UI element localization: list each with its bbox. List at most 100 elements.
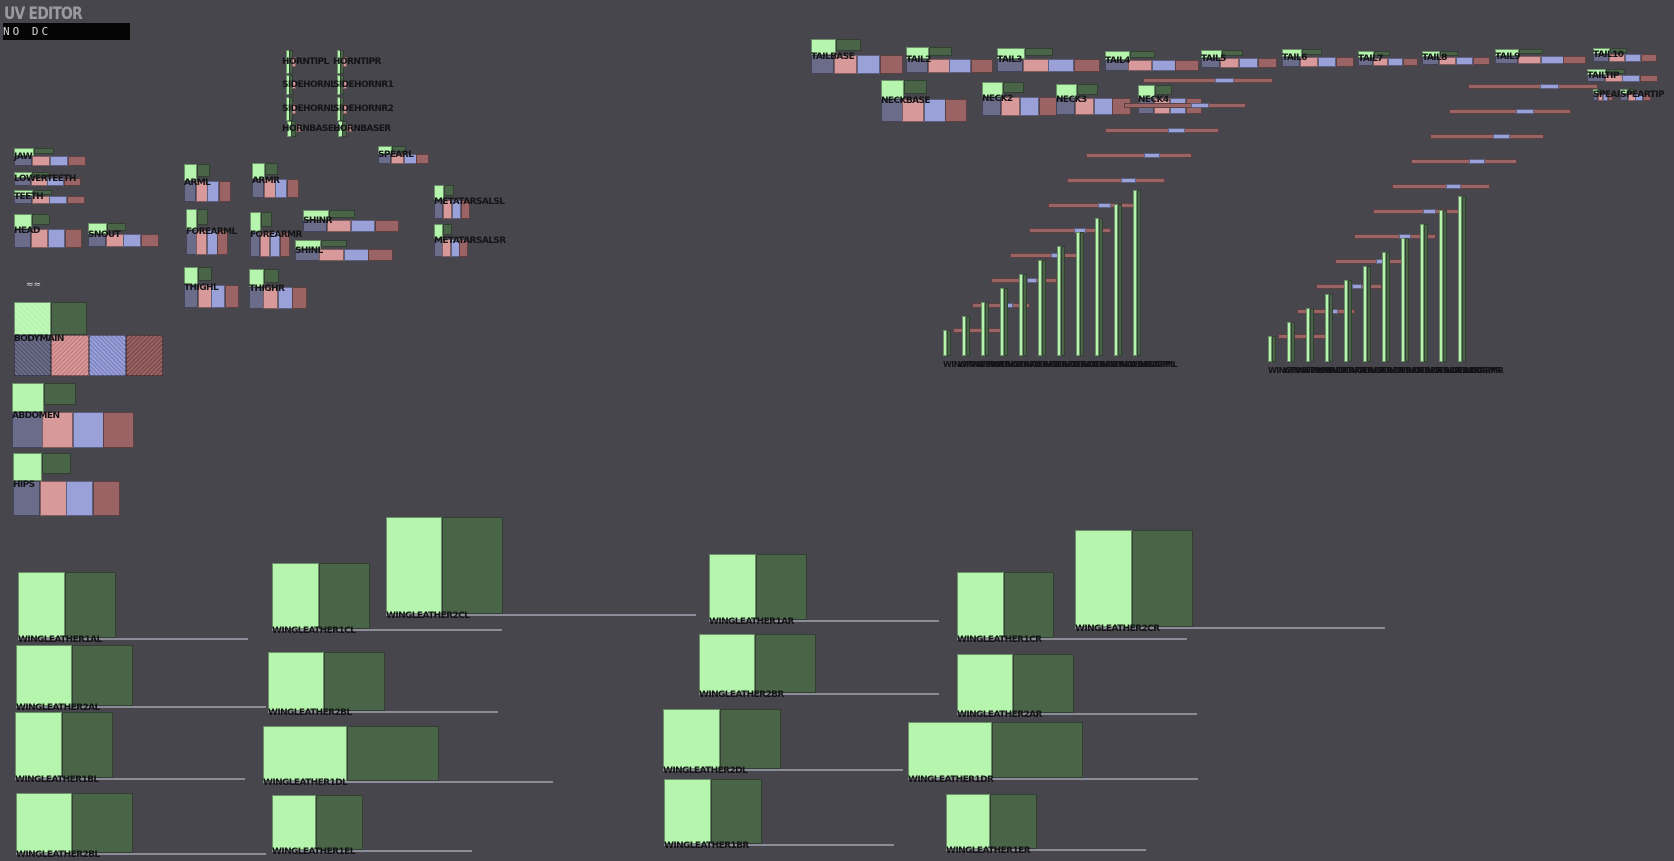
wing-bone-label: WINGFINGER4R — [1359, 366, 1423, 375]
uv-island-hornbase_r[interactable]: HORNBASER — [333, 121, 391, 137]
uv-island-abdomen[interactable]: ABDOMEN — [12, 383, 134, 448]
uv-island-forearm_l[interactable]: FOREARML — [186, 209, 237, 255]
wing-left-fan[interactable]: WINGFINGER9L WINGFINGER8L WINGFINGER7L WING… — [943, 78, 1273, 369]
wing-bone-label: WINGFINGER3R — [1378, 366, 1442, 375]
wing-leather-island[interactable]: WINGLEATHER2BR — [699, 634, 939, 700]
wing-leather-island[interactable]: WINGLEATHER1DR — [908, 722, 1198, 785]
leather-edge-strip — [664, 844, 894, 846]
leather-edge-strip — [268, 711, 498, 713]
uv-island-teeth[interactable]: TEETH — [14, 190, 85, 204]
wing-bone-label: WINGFINGER1L — [1091, 360, 1153, 369]
wing-bone-label: WINGARMR — [1454, 366, 1501, 375]
uv-island-speartip[interactable]: SPEARTIP — [1620, 89, 1665, 101]
uv-island-sidehorn_l2[interactable]: SIDEHORNL2 — [282, 97, 342, 121]
uv-island-metatarsal_r[interactable]: METATARSALSR — [434, 224, 506, 257]
wing-bone-label: WINGFINGER2L — [1072, 360, 1134, 369]
uv-island-tail5[interactable]: TAIL5 — [1201, 50, 1277, 68]
leather-edge-strip — [709, 620, 939, 622]
wing-bone-label: WINGFINGER4L — [1034, 360, 1096, 369]
uv-island-arm_l[interactable]: ARML — [184, 164, 231, 202]
wing-bone-label: WINGFOREARML — [1110, 360, 1178, 369]
leather-edge-strip — [957, 638, 1187, 640]
uv-island-shin_l[interactable]: SHINL — [295, 240, 393, 261]
uv-island-tail7[interactable]: TAIL7 — [1358, 51, 1418, 66]
uv-island-tail10[interactable]: TAIL10 — [1593, 48, 1657, 62]
leather-edge-strip — [272, 629, 502, 631]
uv-island-tail6[interactable]: TAIL6 — [1282, 49, 1354, 67]
wing-bone-label: WINGFINGER7R — [1302, 366, 1366, 375]
wing-leather-island[interactable]: WINGLEATHER1BL — [15, 712, 245, 785]
uv-island-forearm_r[interactable]: FOREARMR — [250, 212, 302, 257]
wing-bone-label: WINGFINGER6L — [996, 360, 1058, 369]
leather-edge-strip — [386, 614, 696, 616]
uv-island-neck3[interactable]: NECK3 — [1056, 84, 1131, 115]
uv-island-tailbase[interactable]: TAILBASE — [811, 39, 903, 74]
uv-island-snout[interactable]: SNOUT — [88, 223, 159, 247]
wing-bone-label: WINGFINGER9L — [943, 360, 1005, 369]
uv-island-horntip_l[interactable]: HORNTIPL — [282, 50, 329, 74]
uv-island-tail2[interactable]: TAIL2 — [906, 47, 993, 73]
wing-leather-island[interactable]: WINGLEATHER1EL — [272, 795, 472, 857]
leather-edge-strip — [15, 778, 245, 780]
wing-leather-island[interactable]: WINGLEATHER2DL — [663, 709, 903, 776]
uv-island-tail9[interactable]: TAIL9 — [1495, 49, 1586, 64]
uv-island-tailtip[interactable]: TAILTIP — [1587, 69, 1658, 82]
wing-bone-label: WINGFINGER1R — [1416, 366, 1480, 375]
wing-bone-label: WINGFINGER5R — [1340, 366, 1404, 375]
uv-island-neckbase[interactable]: NECKBASE — [881, 80, 967, 122]
wing-bone-label: WINGFINGER2R — [1397, 366, 1461, 375]
leather-edge-strip — [699, 693, 939, 695]
wing-leather-island[interactable]: WINGLEATHER1AR — [709, 554, 939, 627]
uv-island-tail8[interactable]: TAIL8 — [1422, 51, 1490, 65]
uv-island-head[interactable]: HEAD — [14, 214, 82, 248]
leather-edge-strip — [16, 706, 266, 708]
leather-edge-strip — [908, 778, 1198, 780]
wing-right-fan[interactable]: WINGFINGER9R WINGFINGER8R WINGFINGER7R WING… — [1268, 84, 1598, 375]
uv-island-shin_r[interactable]: SHINR — [303, 210, 399, 232]
wing-leather-island[interactable]: WINGLEATHER1ER — [946, 794, 1146, 856]
wing-leather-island[interactable]: WINGLEATHER2CR — [1075, 530, 1385, 634]
wing-bone-label: WINGARML — [1129, 360, 1175, 369]
uv-island-bodymain[interactable]: BODYMAIN — [14, 302, 163, 376]
leather-edge-strip — [663, 769, 903, 771]
wing-leather-island[interactable]: WINGLEATHER2AR — [957, 654, 1197, 720]
wing-leather-island[interactable]: WINGLEATHER1AL — [18, 572, 248, 645]
uv-island-neck2[interactable]: NECK2 — [982, 82, 1058, 116]
leather-edge-strip — [957, 713, 1197, 715]
wing-leather-island[interactable]: WINGLEATHER1DL — [263, 726, 553, 788]
wing-bone-label: WINGFINGER9R — [1268, 366, 1332, 375]
uv-island-lowerteeth[interactable]: LOWERTEETH — [14, 172, 81, 186]
wing-leather-island[interactable]: WINGLEATHER2BL — [16, 793, 266, 860]
wing-bone-label: WINGFOREARMR — [1435, 366, 1504, 375]
uv-island-tail4[interactable]: TAIL4 — [1105, 51, 1199, 71]
uv-island-thigh_l[interactable]: THIGHL — [184, 267, 239, 308]
uv-island-hips[interactable]: HIPS — [13, 453, 120, 516]
uv-island-spear_l[interactable]: SPEARL — [378, 146, 429, 164]
uv-canvas[interactable]: HORNTIPL HORNTIPR SIDEHORNL1 SIDEHORNR1 SIDE… — [0, 0, 1674, 861]
leather-edge-strip — [1075, 627, 1385, 629]
uv-island-sidehorn_r2[interactable]: SIDEHORNR2 — [333, 97, 394, 121]
uv-island-jaw[interactable]: JAW — [14, 148, 86, 166]
uv-island-sidehorn_l1[interactable]: SIDEHORNL1 — [282, 75, 342, 95]
uv-island-spear_r[interactable]: SPEARR — [1593, 89, 1630, 101]
leather-edge-strip — [16, 853, 266, 855]
uv-island-arm_r[interactable]: ARMR — [252, 163, 299, 198]
wing-leather-island[interactable]: WINGLEATHER2AL — [16, 645, 266, 713]
wing-leather-island[interactable]: WINGLEATHER2BL — [268, 652, 498, 718]
wing-leather-island[interactable]: WINGLEATHER1BR — [664, 779, 894, 851]
leather-edge-strip — [272, 850, 472, 852]
uv-island-horntip_r[interactable]: HORNTIPR — [333, 50, 381, 74]
uv-island-hornbase_l[interactable]: HORNBASEL — [282, 121, 339, 137]
leather-edge-strip — [946, 849, 1146, 851]
wing-bone-label: WINGFINGER8R — [1283, 366, 1347, 375]
uv-island-neck4[interactable]: NECK4 — [1138, 85, 1202, 114]
wing-bone-label: WINGFINGER8L — [958, 360, 1020, 369]
uv-island-thigh_r[interactable]: THIGHR — [249, 269, 307, 309]
wing-leather-island[interactable]: WINGLEATHER2CL — [386, 517, 696, 621]
uv-island-sidehorn_r1[interactable]: SIDEHORNR1 — [333, 75, 394, 95]
wing-bone-label: WINGFINGER6R — [1321, 366, 1385, 375]
wing-bone-label: WINGFINGER5L — [1015, 360, 1077, 369]
leather-edge-strip — [263, 781, 553, 783]
uv-island-metatarsal_l[interactable]: METATARSALSL — [434, 185, 505, 219]
uv-island-tail3[interactable]: TAIL3 — [997, 48, 1100, 72]
